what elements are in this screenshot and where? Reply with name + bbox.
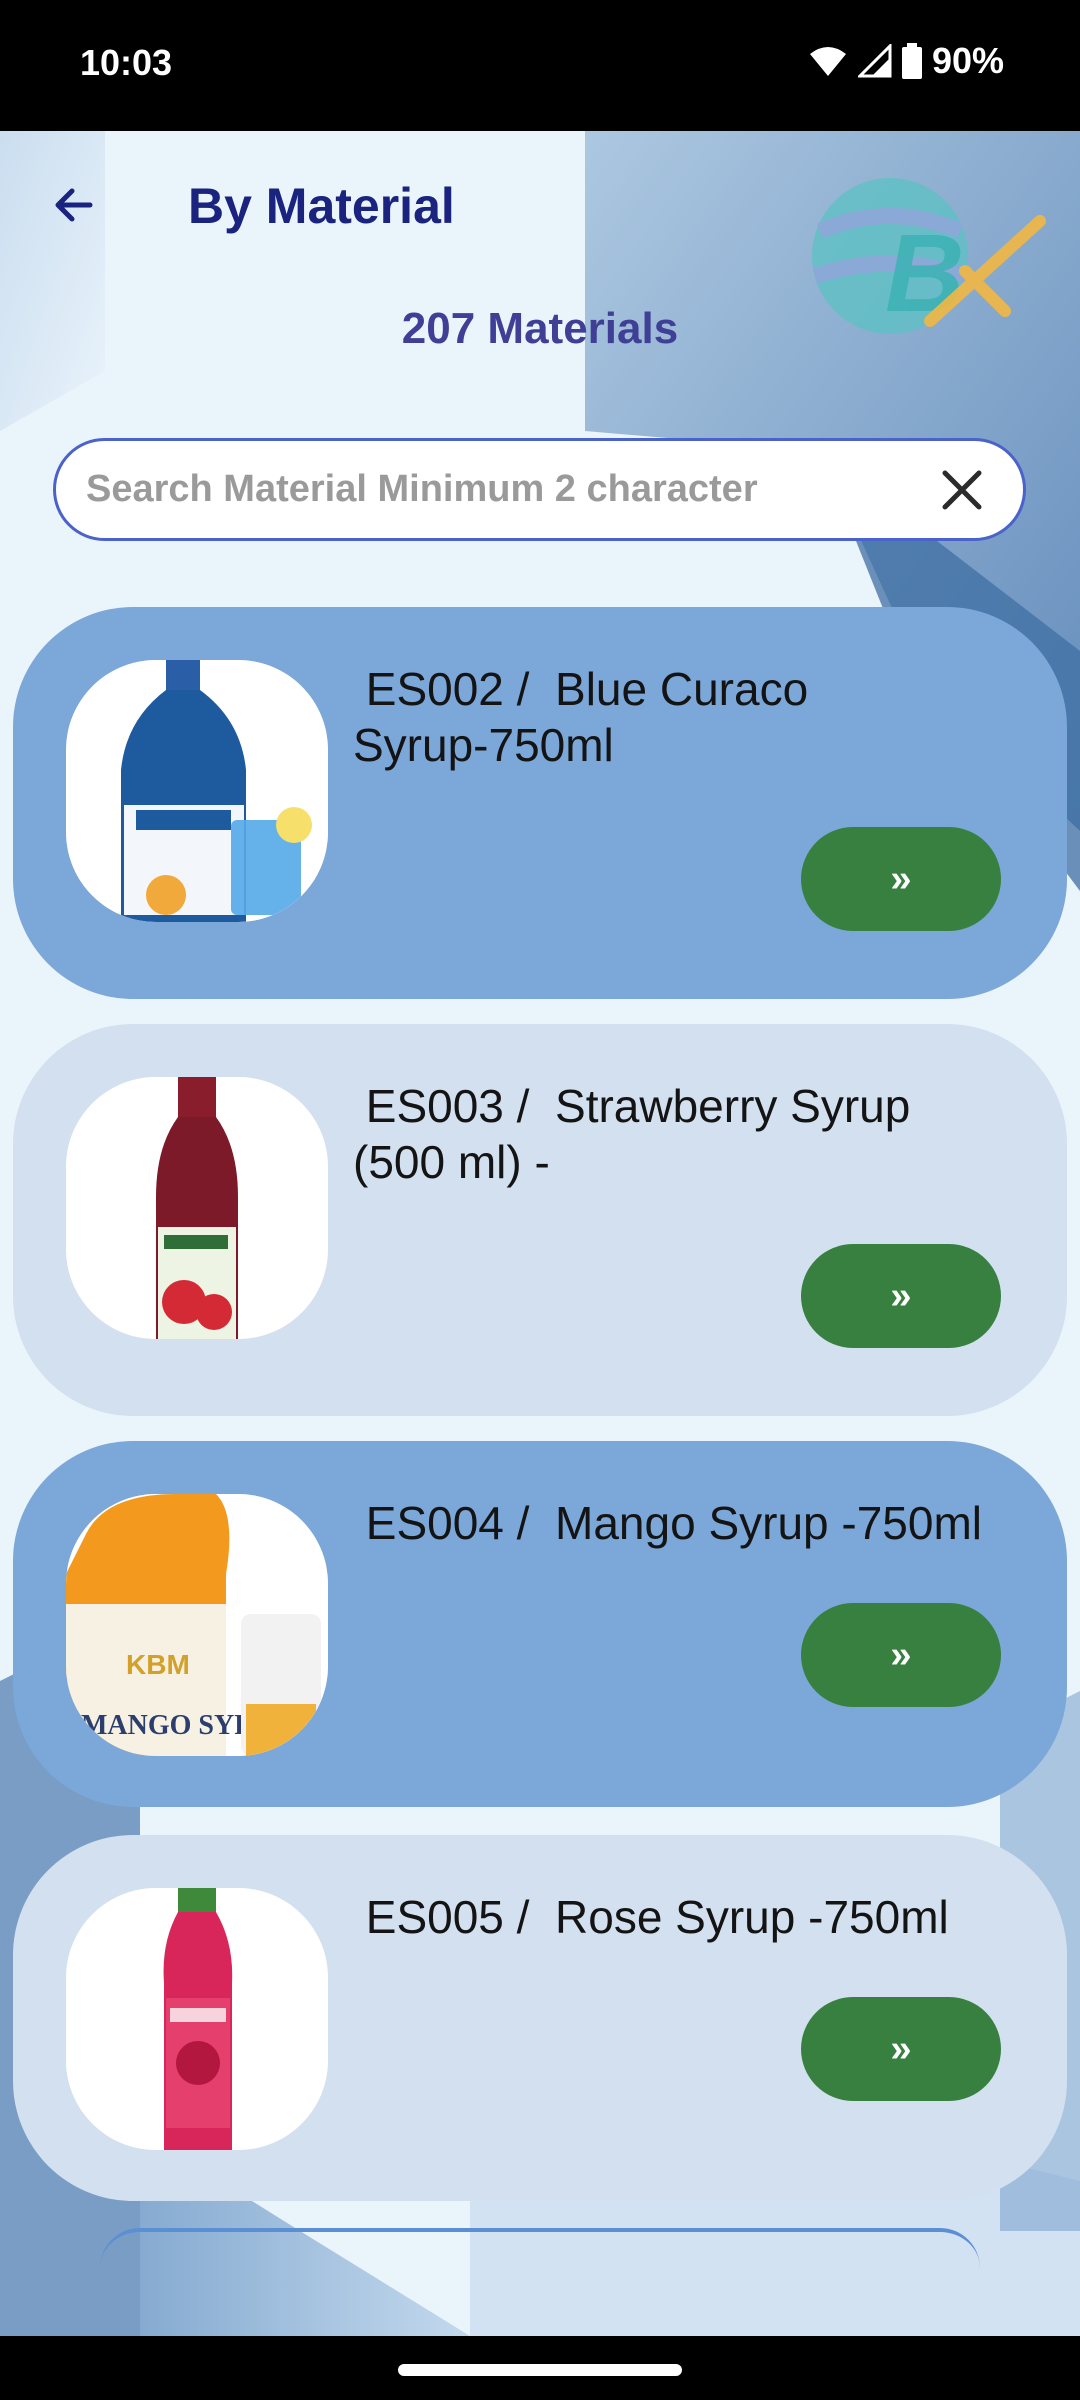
strawberry-syrup-bottle-image	[66, 1077, 328, 1339]
status-bar: 10:03 90%	[0, 0, 1080, 131]
material-card[interactable]: ES002 / Blue Curaco Syrup-750ml »	[13, 607, 1067, 999]
back-button[interactable]	[46, 177, 102, 233]
open-material-button[interactable]: »	[801, 1997, 1001, 2101]
close-icon	[942, 470, 982, 510]
status-time: 10:03	[80, 42, 173, 83]
open-material-button[interactable]: »	[801, 1244, 1001, 1348]
battery-icon	[901, 43, 922, 79]
next-material-card-partial	[100, 2228, 980, 2268]
search-bar	[53, 438, 1026, 541]
battery-percent: 90%	[931, 40, 1004, 81]
app-screen: By Material B 207 Materials Search Mater…	[0, 131, 1080, 2336]
mango-syrup-bottle-image: KBM MANGO SYRUP	[66, 1494, 328, 1756]
navigation-bar	[0, 2336, 1080, 2400]
blue-curacao-bottle-image	[66, 660, 328, 922]
material-card[interactable]: ES005 / Rose Syrup -750ml »	[13, 1835, 1067, 2201]
clear-search-button[interactable]	[935, 463, 989, 517]
arrow-left-icon	[55, 188, 93, 222]
material-title: ES003 / Strawberry Syrup (500 ml) -	[353, 1080, 911, 1188]
home-gesture-handle[interactable]	[398, 2364, 682, 2376]
open-material-button[interactable]: »	[801, 1603, 1001, 1707]
material-card[interactable]: KBM MANGO SYRUP ES004 / Mango Syrup -750…	[13, 1441, 1067, 1807]
material-title: ES005 / Rose Syrup -750ml	[353, 1891, 949, 1943]
materials-count: 207 Materials	[401, 304, 679, 353]
svg-text:KBM: KBM	[126, 1649, 190, 1680]
material-title: ES004 / Mango Syrup -750ml	[353, 1497, 982, 1549]
material-title: ES002 / Blue Curaco Syrup-750ml	[353, 663, 809, 771]
status-icons: 90%	[808, 40, 1004, 82]
material-card[interactable]: ES003 / Strawberry Syrup (500 ml) - »	[13, 1024, 1067, 1416]
signal-icon	[857, 44, 892, 78]
page-title: By Material	[188, 178, 455, 234]
search-input[interactable]	[86, 441, 906, 538]
open-material-button[interactable]: »	[801, 827, 1001, 931]
rose-syrup-bottle-image	[66, 1888, 328, 2150]
wifi-icon	[809, 47, 846, 76]
